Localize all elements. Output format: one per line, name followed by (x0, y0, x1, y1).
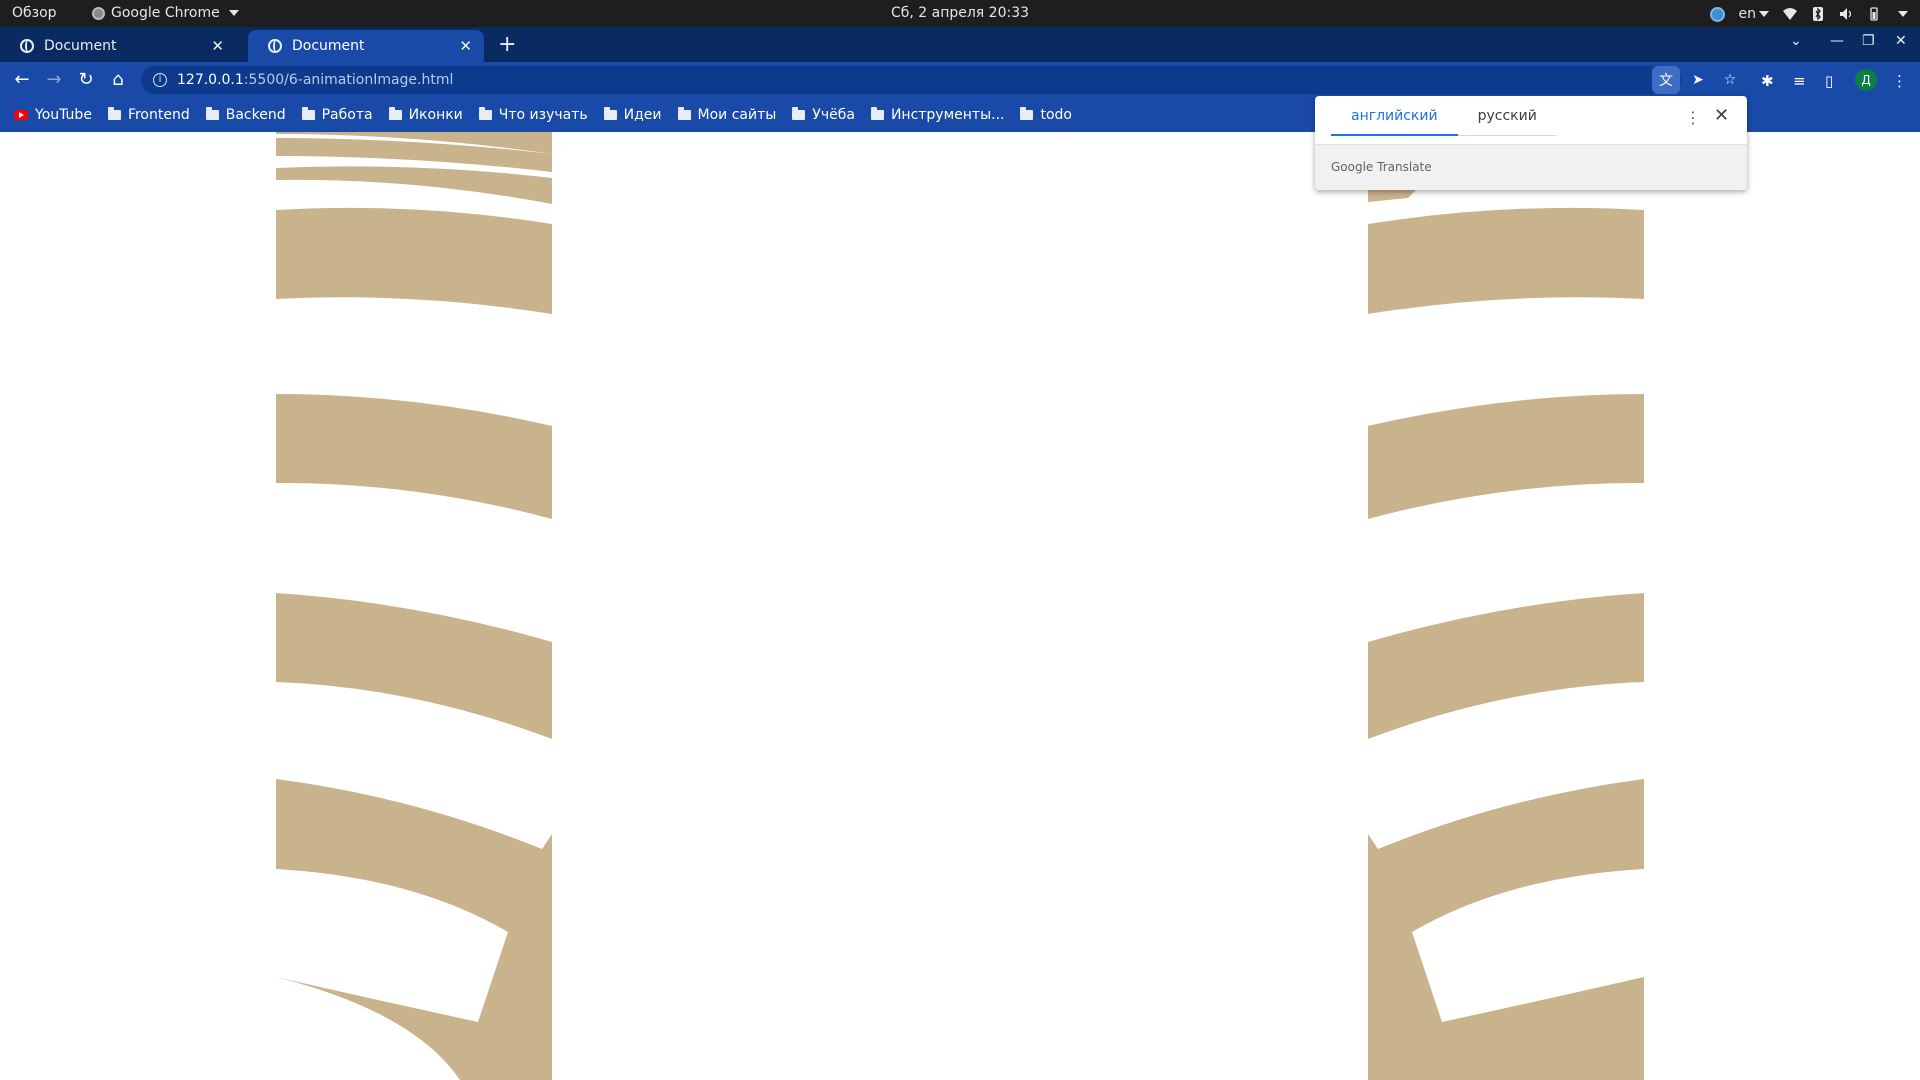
tab-document-1[interactable]: Document ✕ (0, 30, 236, 62)
more-options-icon[interactable]: ⋮ (1685, 108, 1701, 127)
bookmark-folder-study[interactable]: Учёба (792, 107, 855, 123)
bookmark-folder-my-sites[interactable]: Мои сайты (677, 107, 776, 123)
folder-icon (205, 107, 219, 120)
activities-button[interactable]: Обзор (12, 5, 57, 21)
globe-icon[interactable] (1709, 6, 1725, 22)
tab-title: Document (292, 38, 365, 54)
extensions-icon[interactable]: ✱ (1761, 72, 1774, 90)
wifi-icon[interactable] (1783, 7, 1797, 21)
bluetooth-icon[interactable] (1811, 7, 1825, 21)
chrome-icon (92, 6, 105, 20)
chevron-down-icon (228, 10, 239, 16)
folder-icon (1020, 107, 1034, 120)
forward-button[interactable]: → (44, 70, 64, 90)
google-translate-logo: Google Translate (1331, 160, 1432, 174)
system-top-bar: Обзор Google Chrome Сб, 2 апреля 20:33 e… (0, 0, 1920, 27)
tab-source-language[interactable]: английский (1331, 104, 1458, 136)
youtube-icon (14, 110, 28, 120)
globe-icon (268, 39, 282, 53)
bookmark-folder-frontend[interactable]: Frontend (107, 107, 190, 123)
close-icon[interactable]: ✕ (1714, 105, 1729, 126)
folder-icon (677, 107, 691, 120)
folder-icon (301, 107, 315, 120)
bookmark-youtube[interactable]: YouTube (14, 107, 92, 123)
tab-title: Document (44, 38, 117, 54)
new-tab-button[interactable]: + (498, 32, 516, 57)
back-button[interactable]: ← (12, 70, 32, 90)
keyboard-layout[interactable]: en (1739, 6, 1769, 22)
bookmark-folder-work[interactable]: Работа (301, 107, 373, 123)
translate-popup: английский русский ⋮ ✕ Google Translate (1315, 96, 1747, 190)
close-window-button[interactable]: ✕ (1895, 33, 1907, 49)
battery-icon[interactable] (1867, 7, 1881, 21)
clock[interactable]: Сб, 2 апреля 20:33 (0, 5, 1920, 21)
tab-strip: Document ✕ Document ✕ + (0, 27, 1920, 62)
folder-icon (478, 107, 492, 120)
url-host: 127.0.0.1 (177, 72, 244, 88)
app-name: Google Chrome (111, 5, 220, 21)
folder-icon (603, 107, 617, 120)
bookmark-folder-ideas[interactable]: Идеи (603, 107, 662, 123)
left-block-2 (276, 394, 552, 519)
chevron-down-icon (1759, 11, 1769, 17)
url-path: :5500/6-animationImage.html (243, 72, 454, 88)
reload-button[interactable]: ↻ (76, 70, 96, 90)
left-block-1 (276, 207, 552, 314)
left-block-3 (276, 593, 552, 739)
tab-document-2[interactable]: Document ✕ (248, 30, 484, 62)
left-block-4 (276, 779, 552, 1080)
bookmark-folder-to-learn[interactable]: Что изучать (478, 107, 588, 123)
language-tabs: английский русский (1331, 104, 1557, 136)
volume-icon[interactable] (1839, 7, 1853, 21)
tab-search-icon[interactable]: ⌄ (1790, 33, 1802, 49)
restore-button[interactable]: ❐ (1862, 33, 1875, 49)
folder-icon (388, 107, 402, 120)
chevron-down-icon[interactable] (1898, 11, 1908, 17)
bookmark-star-icon[interactable]: ☆ (1716, 66, 1744, 94)
bookmark-folder-tools[interactable]: Инструменты... (870, 107, 1004, 123)
right-block-2 (1368, 394, 1644, 519)
close-icon[interactable]: ✕ (211, 37, 224, 55)
folder-icon (792, 107, 806, 120)
close-icon[interactable]: ✕ (459, 37, 472, 55)
right-block-3 (1368, 593, 1644, 739)
app-menu[interactable]: Google Chrome (92, 5, 239, 21)
right-block-4 (1368, 779, 1644, 1080)
site-info-icon[interactable]: i (153, 73, 167, 87)
folder-icon (107, 107, 121, 120)
send-to-devices-icon[interactable]: ➤ (1684, 66, 1712, 94)
browser-toolbar: ← → ↻ ⌂ i 127.0.0.1:5500/6-animationImag… (0, 62, 1920, 98)
address-bar[interactable]: i 127.0.0.1:5500/6-animationImage.html (141, 66, 1681, 94)
bookmark-folder-backend[interactable]: Backend (205, 107, 286, 123)
minimize-button[interactable]: — (1830, 33, 1844, 49)
right-block-1 (1368, 207, 1644, 314)
system-tray[interactable]: en (1709, 3, 1908, 25)
tab-target-language[interactable]: русский (1457, 104, 1557, 136)
folder-icon (870, 107, 884, 120)
globe-icon (20, 39, 34, 53)
side-panel-icon[interactable]: ▯ (1825, 72, 1833, 90)
translate-footer: Google Translate (1315, 144, 1747, 190)
home-button[interactable]: ⌂ (108, 70, 128, 90)
translate-icon[interactable]: 文 (1652, 66, 1680, 94)
bookmark-folder-icons[interactable]: Иконки (388, 107, 463, 123)
bookmark-folder-todo[interactable]: todo (1020, 107, 1072, 123)
profile-avatar[interactable]: Д (1855, 69, 1877, 91)
menu-kebab-icon[interactable]: ⋮ (1892, 72, 1907, 90)
reading-list-icon[interactable]: ≡ (1793, 72, 1806, 90)
page-content (0, 132, 1920, 1080)
animation-image (276, 132, 1644, 1080)
left-strip-3 (276, 166, 552, 204)
